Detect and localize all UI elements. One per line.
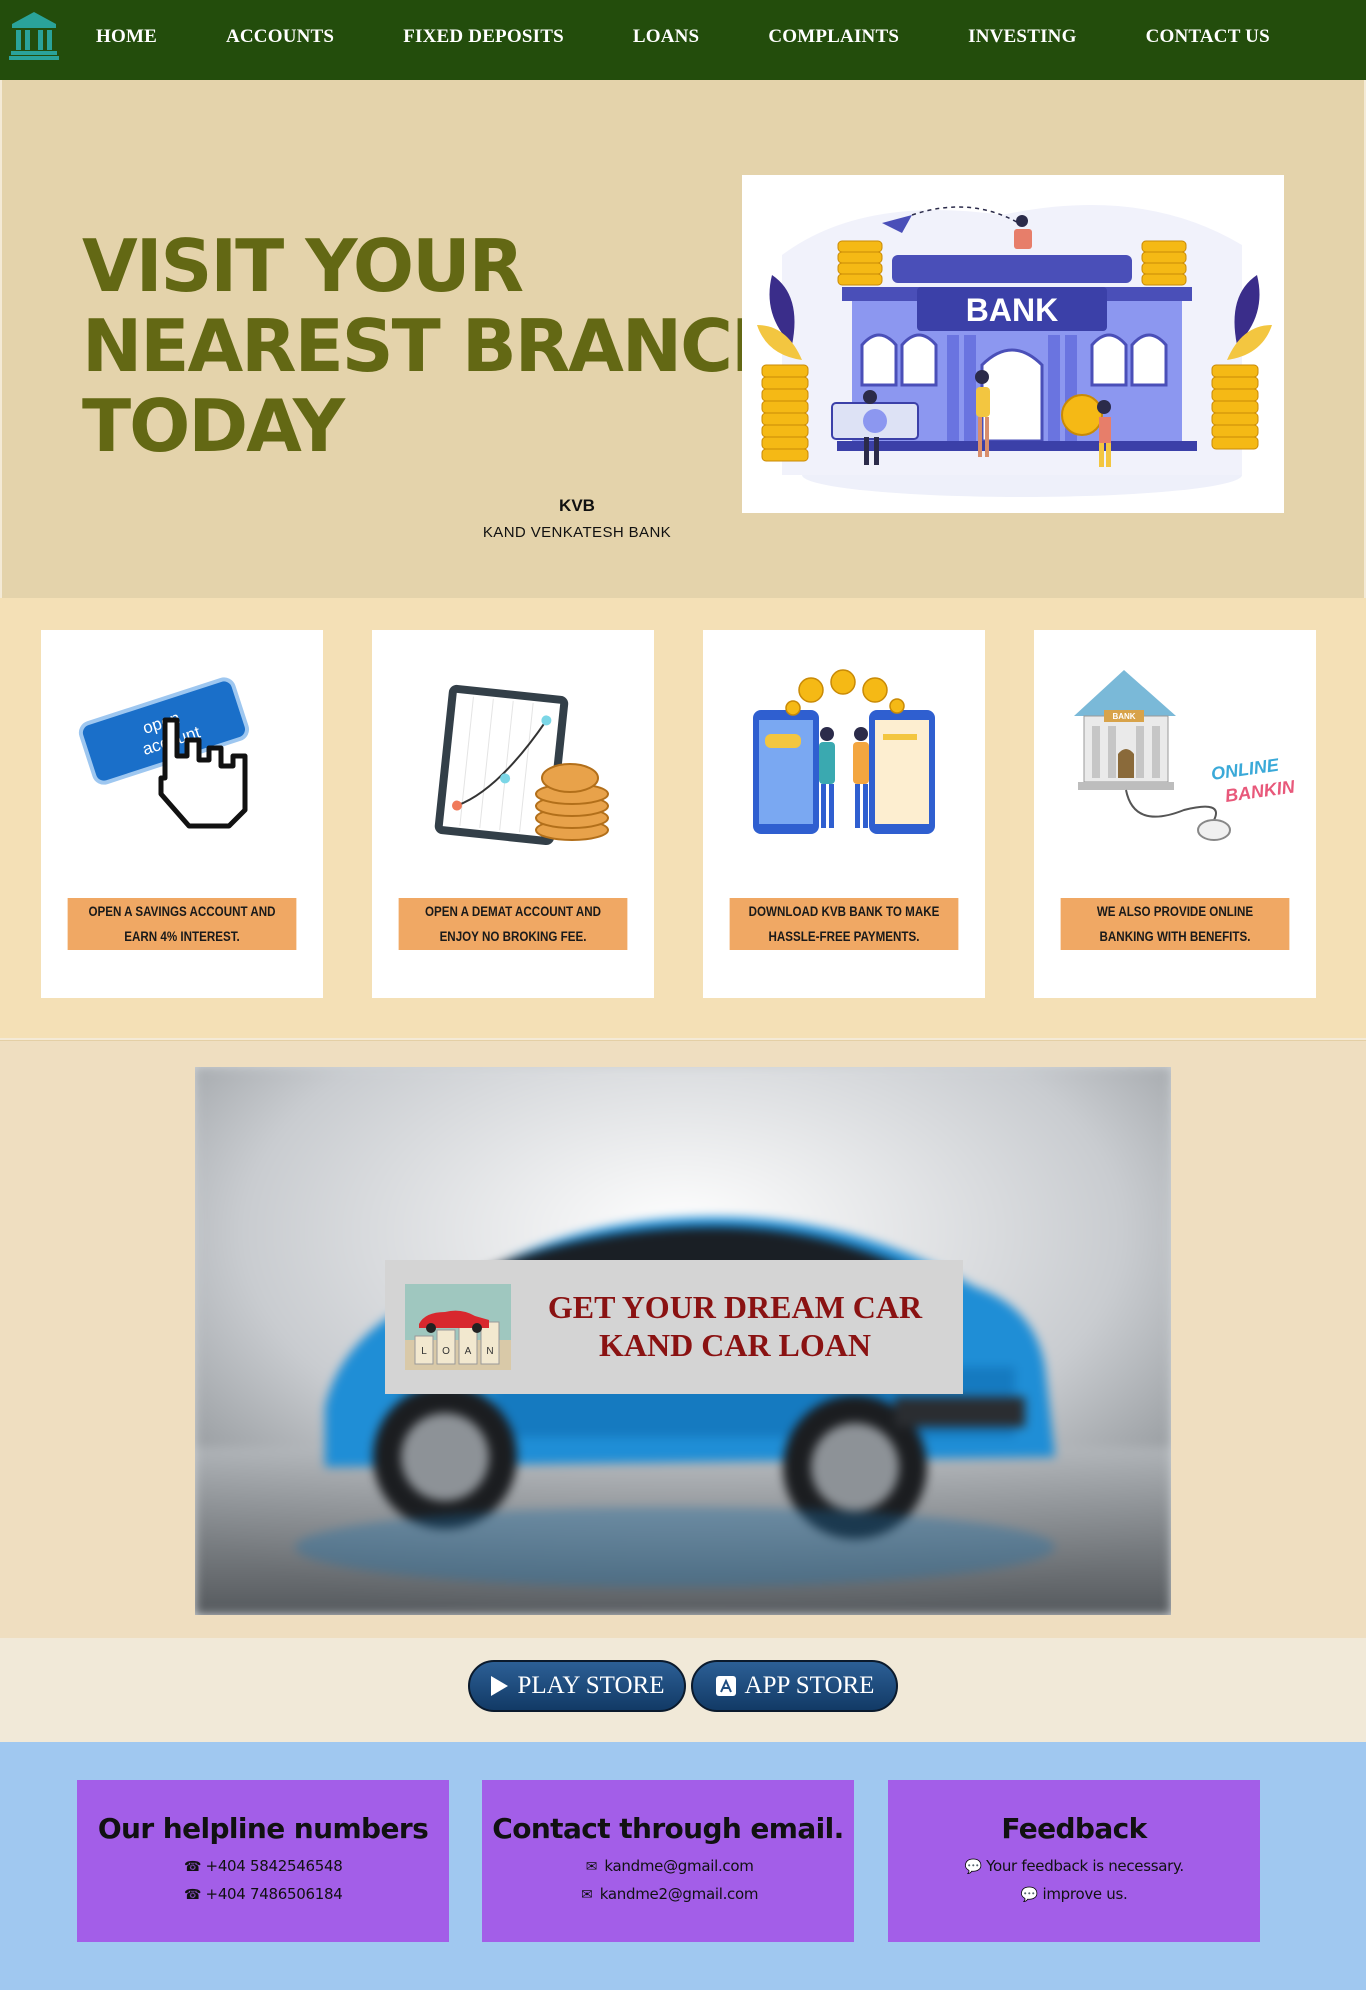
helpline-box: Our helpline numbers ☎ +404 5842546548 ☎ +… — [77, 1780, 449, 1942]
footer: Our helpline numbers ☎ +404 5842546548 ☎ +… — [0, 1742, 1366, 1990]
car-loan-heading: GET YOUR DREAM CAR KAND CAR LOAN — [525, 1288, 945, 1364]
play-icon — [491, 1676, 509, 1696]
mobile-payment-icon — [753, 669, 935, 834]
brand-short-name: KVB — [559, 496, 595, 515]
feature-card-savings[interactable]: open account OPEN A SAVINGS ACCOUNT AND … — [41, 630, 323, 998]
nav-fixed-deposits[interactable]: FIXED DEPOSITS — [403, 26, 564, 48]
app-store-button[interactable]: APP STORE — [691, 1660, 898, 1712]
car-loan-line: GET YOUR DREAM CAR — [547, 1289, 923, 1325]
store-section: PLAY STORE APP STORE — [0, 1638, 1366, 1742]
app-store-icon — [715, 1676, 736, 1696]
nav-contact-us[interactable]: CONTACT US — [1146, 26, 1270, 48]
bank-building-icon[interactable] — [8, 10, 60, 62]
hero-title-line: TODAY — [82, 384, 345, 468]
brand-full-name: KAND VENKATESH BANK — [482, 524, 672, 541]
phone-icon: ☎ — [183, 1887, 202, 1903]
online-banking-icon: BANK ONLINE BANKIN — [1074, 670, 1296, 841]
nav-complaints[interactable]: COMPLAINTS — [768, 26, 899, 48]
nav-accounts[interactable]: ACCOUNTS — [226, 26, 334, 48]
email-link[interactable]: ✉ kandme@gmail.com — [482, 1857, 854, 1875]
hero-title-line: VISIT YOUR — [82, 224, 524, 308]
hero-brand: KVB KAND VENKATESH BANK — [462, 496, 692, 541]
feedback-line: 💬 improve us. — [888, 1885, 1260, 1903]
stock-chart-coins-icon — [434, 684, 609, 846]
feedback-line: 💬 Your feedback is necessary. — [888, 1857, 1260, 1875]
helpline-number-text: +404 7486506184 — [205, 1885, 343, 1903]
email-text: kandme2@gmail.com — [599, 1885, 759, 1903]
app-store-label: APP STORE — [744, 1672, 875, 1699]
email-text: kandme@gmail.com — [604, 1857, 754, 1875]
hero-title: VISIT YOUR NEAREST BRANCH TODAY — [82, 224, 791, 468]
email-link[interactable]: ✉ kandme2@gmail.com — [482, 1885, 854, 1903]
feature-card-app[interactable]: DOWNLOAD KVB BANK TO MAKE HASSLE-FREE PA… — [703, 630, 985, 998]
card-label: WE ALSO PROVIDE ONLINE BANKING WITH BENE… — [1060, 898, 1290, 950]
card-label: OPEN A DEMAT ACCOUNT AND ENJOY NO BROKIN… — [398, 898, 628, 950]
card-art-text: BANK — [1112, 712, 1135, 721]
car-loan-banner[interactable]: L O A N GET YOUR DREAM CAR KAND CAR LOAN — [385, 1260, 963, 1394]
comments-icon: 💬 — [1020, 1887, 1039, 1903]
features-section: open account OPEN A SAVINGS ACCOUNT AND … — [0, 598, 1366, 1038]
nav-investing[interactable]: INVESTING — [968, 26, 1076, 48]
car-loan-line: KAND CAR LOAN — [599, 1327, 871, 1363]
thumb-letter: O — [442, 1346, 450, 1357]
feature-card-demat[interactable]: OPEN A DEMAT ACCOUNT AND ENJOY NO BROKIN… — [372, 630, 654, 998]
helpline-number[interactable]: ☎ +404 5842546548 — [77, 1857, 449, 1875]
email-title: Contact through email. — [492, 1812, 844, 1845]
play-store-button[interactable]: PLAY STORE — [468, 1660, 686, 1712]
feedback-text: improve us. — [1042, 1885, 1128, 1903]
envelope-icon: ✉ — [581, 1887, 593, 1903]
hero-title-line: NEAREST BRANCH — [82, 304, 791, 388]
bank-illustration-icon: BANK — [757, 205, 1272, 497]
feedback-title: Feedback — [1001, 1812, 1147, 1845]
helpline-number[interactable]: ☎ +404 7486506184 — [77, 1885, 449, 1903]
hero-section: VISIT YOUR NEAREST BRANCH TODAY KVB KAND… — [2, 80, 1364, 598]
top-navbar: HOME ACCOUNTS FIXED DEPOSITS LOANS COMPL… — [0, 0, 1366, 80]
nav-loans[interactable]: LOANS — [633, 26, 699, 48]
car-loan-thumbnail: L O A N — [405, 1284, 511, 1370]
feedback-box[interactable]: Feedback 💬 Your feedback is necessary. 💬 i… — [888, 1780, 1260, 1942]
card-label: DOWNLOAD KVB BANK TO MAKE HASSLE-FREE PA… — [729, 898, 959, 950]
helpline-title: Our helpline numbers — [97, 1812, 429, 1845]
feature-card-online[interactable]: BANK ONLINE BANKIN WE ALSO PROVIDE ONLIN… — [1034, 630, 1316, 998]
play-store-label: PLAY STORE — [517, 1672, 665, 1699]
card-label: OPEN A SAVINGS ACCOUNT AND EARN 4% INTER… — [67, 898, 297, 950]
thumb-letter: L — [421, 1346, 427, 1357]
helpline-number-text: +404 5842546548 — [205, 1857, 343, 1875]
email-box: Contact through email. ✉ kandme@gmail.com… — [482, 1780, 854, 1942]
feedback-text: Your feedback is necessary. — [986, 1857, 1184, 1875]
bank-illustration: BANK — [742, 175, 1284, 513]
bank-sign-text: BANK — [966, 292, 1058, 328]
nav-home[interactable]: HOME — [96, 26, 157, 48]
thumb-letter: N — [486, 1346, 493, 1357]
thumb-letter: A — [465, 1346, 472, 1357]
envelope-icon: ✉ — [585, 1859, 598, 1875]
phone-icon: ☎ — [183, 1859, 202, 1875]
comments-icon: 💬 — [964, 1859, 982, 1875]
open-account-cursor-icon: open account — [78, 677, 250, 829]
